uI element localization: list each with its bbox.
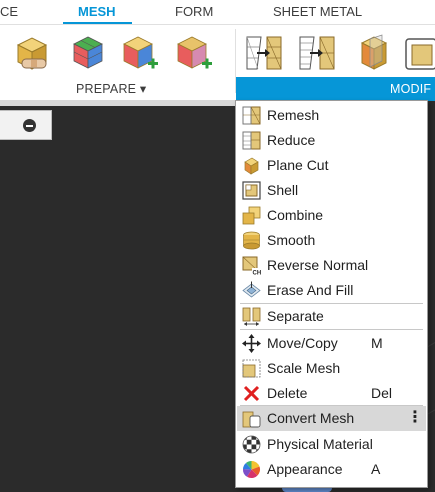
modify-dropdown-menu: Remesh Reduce Plane Cut Shell Combine Sm… <box>235 100 428 488</box>
menu-item-plane-cut[interactable]: Plane Cut <box>237 153 426 178</box>
ribbon: PREPARE ▾ MODIF <box>0 24 435 101</box>
plane-cut-ribbon-icon <box>360 34 388 70</box>
generate-face-groups-tool[interactable] <box>68 31 112 75</box>
svg-text:CH: CH <box>253 271 262 276</box>
combine-face-groups-tool[interactable] <box>118 31 162 75</box>
appearance-icon <box>242 460 261 479</box>
menu-item-shell[interactable]: Shell <box>237 178 426 203</box>
delete-icon <box>242 384 261 403</box>
face-groups-icon <box>73 36 103 69</box>
browser-header-strip <box>0 100 236 106</box>
menu-item-label: Move/Copy <box>267 335 338 351</box>
menu-item-label: Combine <box>267 207 324 223</box>
combine-face-groups-icon <box>123 36 158 69</box>
reduce-icon <box>242 131 261 150</box>
convert-face-groups-tool[interactable] <box>172 31 216 75</box>
menu-item-shortcut: A <box>371 461 381 477</box>
menu-item-label: Reduce <box>267 132 316 148</box>
menu-separator <box>240 329 423 330</box>
separate-icon <box>242 307 261 326</box>
plane-cut-icon <box>242 156 261 175</box>
menu-item-label: Scale Mesh <box>267 360 341 376</box>
tab-mesh[interactable]: MESH <box>78 0 116 24</box>
menu-item-label: Remesh <box>267 107 320 123</box>
menu-item-combine[interactable]: Combine <box>237 203 426 228</box>
menu-item-label: Separate <box>267 308 324 324</box>
combine-icon <box>242 206 261 225</box>
menu-item-physical-material[interactable]: Physical Material <box>237 432 426 457</box>
plane-cut-tool[interactable] <box>352 31 396 75</box>
modify-group-label[interactable]: MODIF <box>236 77 435 101</box>
erase-and-fill-icon <box>242 281 261 300</box>
reduce-ribbon-icon <box>299 36 335 70</box>
prepare-group-label[interactable]: PREPARE ▾ <box>76 81 146 96</box>
tab-surface[interactable]: CE <box>0 0 18 24</box>
physical-material-icon <box>242 435 261 454</box>
menu-item-label: Shell <box>267 182 299 198</box>
menu-item-erase-and-fill[interactable]: Erase And Fill <box>237 278 426 303</box>
menu-item-scale-mesh[interactable]: Scale Mesh <box>237 356 426 381</box>
remesh-icon <box>242 106 261 125</box>
menu-item-label: Plane Cut <box>267 157 329 173</box>
smooth-icon <box>242 231 261 250</box>
shell-ribbon-icon <box>405 38 435 70</box>
move-copy-icon <box>242 334 261 353</box>
menu-item-label: Physical Material <box>267 436 373 452</box>
browser-panel <box>0 110 52 140</box>
repair-body-tool[interactable] <box>12 31 56 75</box>
collapse-icon[interactable] <box>23 119 36 132</box>
menu-item-convert-mesh[interactable]: Convert Mesh ⋮ <box>237 406 426 431</box>
remesh-tool[interactable] <box>243 31 287 75</box>
convert-mesh-icon <box>242 409 261 428</box>
menu-item-separate[interactable]: Separate <box>237 304 426 329</box>
shell-icon <box>242 181 261 200</box>
menu-item-reverse-normal[interactable]: CH Reverse Normal <box>237 253 426 278</box>
toolbar-tabs: CE MESH FORM SHEET METAL <box>0 0 435 25</box>
menu-item-shortcut: M <box>371 335 383 351</box>
menu-item-label: Appearance <box>267 461 343 477</box>
scale-mesh-icon <box>242 359 261 378</box>
repair-body-icon <box>16 37 48 70</box>
remesh-ribbon-icon <box>246 36 282 70</box>
menu-item-label: Erase And Fill <box>267 282 354 298</box>
more-options-icon[interactable]: ⋮ <box>407 407 423 429</box>
menu-item-appearance[interactable]: Appearance A <box>237 457 426 482</box>
reduce-tool[interactable] <box>296 31 340 75</box>
menu-item-shortcut: Del <box>371 385 393 401</box>
shell-tool[interactable] <box>402 31 435 75</box>
menu-item-move-copy[interactable]: Move/Copy M <box>237 331 426 356</box>
menu-item-label: Delete <box>267 385 308 401</box>
reverse-normal-icon: CH <box>242 256 261 275</box>
menu-item-label: Convert Mesh <box>267 410 355 426</box>
menu-item-reduce[interactable]: Reduce <box>237 128 426 153</box>
tab-sheet-metal[interactable]: SHEET METAL <box>273 0 362 24</box>
menu-item-delete[interactable]: Delete Del <box>237 381 426 406</box>
tab-form[interactable]: FORM <box>175 0 213 24</box>
menu-item-smooth[interactable]: Smooth <box>237 228 426 253</box>
menu-item-remesh[interactable]: Remesh <box>237 103 426 128</box>
menu-item-label: Reverse Normal <box>267 257 369 273</box>
convert-face-groups-icon <box>177 36 212 69</box>
menu-item-label: Smooth <box>267 232 316 248</box>
